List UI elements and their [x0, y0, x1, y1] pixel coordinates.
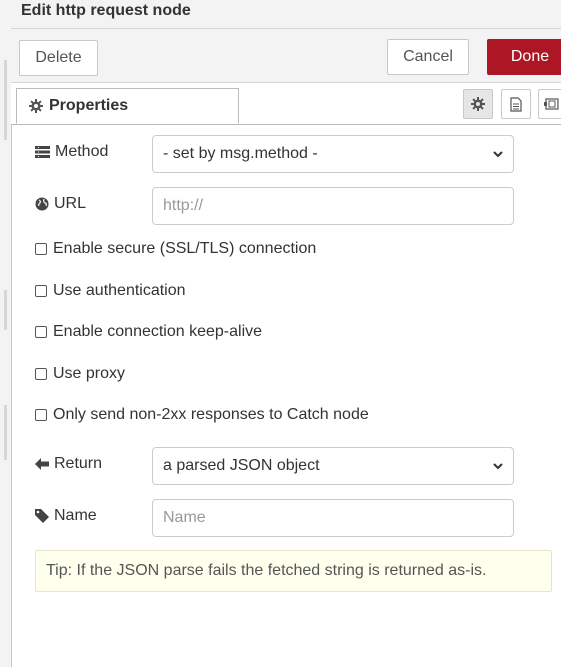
tray-title: Edit http request node [21, 2, 191, 19]
checkbox-row-auth[interactable]: Use authentication [35, 282, 186, 300]
non2xx-checkbox-label: Only send non-2xx responses to Catch nod… [53, 406, 369, 423]
globe-icon [35, 197, 49, 211]
non2xx-checkbox[interactable] [35, 409, 47, 421]
return-row: Return [35, 455, 102, 473]
tab-bar: Properties [11, 83, 561, 125]
method-row: Method [35, 143, 108, 161]
url-row: URL [35, 195, 86, 213]
chevron-down-icon [492, 148, 504, 160]
checkbox-row-non2xx[interactable]: Only send non-2xx responses to Catch nod… [35, 406, 369, 424]
tab-properties[interactable]: Properties [16, 88, 239, 124]
tip-text: Tip: If the JSON parse fails the fetched… [46, 562, 487, 579]
tip-box: Tip: If the JSON parse fails the fetched… [35, 550, 552, 592]
appearance-icon [544, 97, 560, 111]
list-icon [35, 146, 50, 158]
tab-properties-label: Properties [49, 97, 129, 114]
name-input[interactable]: Name [152, 499, 514, 537]
name-row: Name [35, 507, 97, 525]
chevron-down-icon [492, 460, 504, 472]
gear-icon [471, 97, 485, 111]
method-select[interactable]: - set by msg.method - [152, 135, 514, 173]
done-button[interactable]: Done [487, 39, 561, 75]
auth-checkbox[interactable] [35, 285, 47, 297]
return-label: Return [54, 455, 103, 472]
url-input[interactable]: http:// [152, 187, 514, 225]
method-select-value: - set by msg.method - [163, 145, 318, 162]
url-label: URL [54, 195, 87, 212]
cancel-button[interactable]: Cancel [387, 39, 469, 75]
tag-icon [35, 509, 49, 523]
proxy-checkbox[interactable] [35, 368, 47, 380]
return-select-value: a parsed JSON object [163, 457, 320, 474]
tls-checkbox-label: Enable secure (SSL/TLS) connection [53, 240, 317, 257]
tray-toolbar: Delete Cancel Done [11, 29, 561, 83]
delete-button[interactable]: Delete [19, 40, 98, 76]
scroll-mark [4, 290, 7, 330]
checkbox-row-tls[interactable]: Enable secure (SSL/TLS) connection [35, 240, 316, 258]
name-label: Name [54, 507, 97, 524]
return-select[interactable]: a parsed JSON object [152, 447, 514, 485]
tab-gear-button[interactable] [463, 89, 493, 119]
gear-icon [29, 99, 43, 113]
tab-description-button[interactable] [501, 89, 531, 119]
proxy-checkbox-label: Use proxy [53, 365, 126, 382]
description-icon [510, 96, 522, 112]
tray-titlebar: Edit http request node [11, 0, 561, 29]
tls-checkbox[interactable] [35, 243, 47, 255]
checkbox-row-keepalive[interactable]: Enable connection keep-alive [35, 323, 262, 341]
scroll-mark [4, 405, 7, 460]
keepalive-checkbox[interactable] [35, 326, 47, 338]
auth-checkbox-label: Use authentication [53, 282, 186, 299]
scroll-mark [4, 60, 7, 140]
keepalive-checkbox-label: Enable connection keep-alive [53, 323, 263, 340]
method-label: Method [55, 143, 109, 160]
arrow-left-icon [35, 458, 49, 470]
tab-appearance-button[interactable] [538, 89, 561, 119]
checkbox-row-proxy[interactable]: Use proxy [35, 365, 125, 383]
